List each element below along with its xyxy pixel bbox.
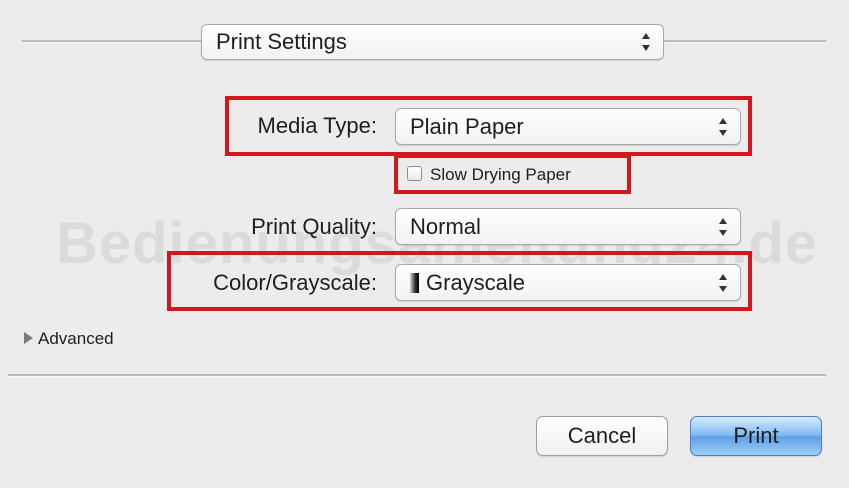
color-grayscale-value: Grayscale (426, 269, 526, 295)
slow-drying-checkbox[interactable] (407, 166, 422, 181)
top-separator-right (664, 40, 826, 43)
media-type-select[interactable]: Plain Paper (395, 108, 741, 145)
color-grayscale-select[interactable]: Grayscale (395, 264, 741, 301)
print-quality-value: Normal (410, 213, 481, 239)
up-down-arrows-icon (718, 217, 728, 236)
disclosure-triangle-icon[interactable] (24, 332, 33, 344)
print-settings-menu-label: Print Settings (216, 29, 347, 54)
up-down-arrows-icon (641, 33, 651, 51)
slow-drying-label: Slow Drying Paper (430, 165, 571, 184)
print-button[interactable]: Print (690, 416, 822, 456)
print-quality-select[interactable]: Normal (395, 208, 741, 245)
grayscale-swatch-icon (410, 272, 419, 293)
print-settings-menu[interactable]: Print Settings (201, 24, 664, 60)
up-down-arrows-icon (718, 117, 728, 136)
color-grayscale-label: Color/Grayscale: (213, 270, 377, 295)
media-type-value: Plain Paper (410, 113, 524, 139)
top-separator-left (22, 40, 202, 43)
bottom-separator (8, 374, 826, 377)
advanced-label[interactable]: Advanced (38, 330, 114, 347)
print-quality-label: Print Quality: (251, 214, 377, 239)
up-down-arrows-icon (718, 273, 728, 292)
cancel-button[interactable]: Cancel (536, 416, 668, 456)
media-type-label: Media Type: (257, 113, 377, 138)
